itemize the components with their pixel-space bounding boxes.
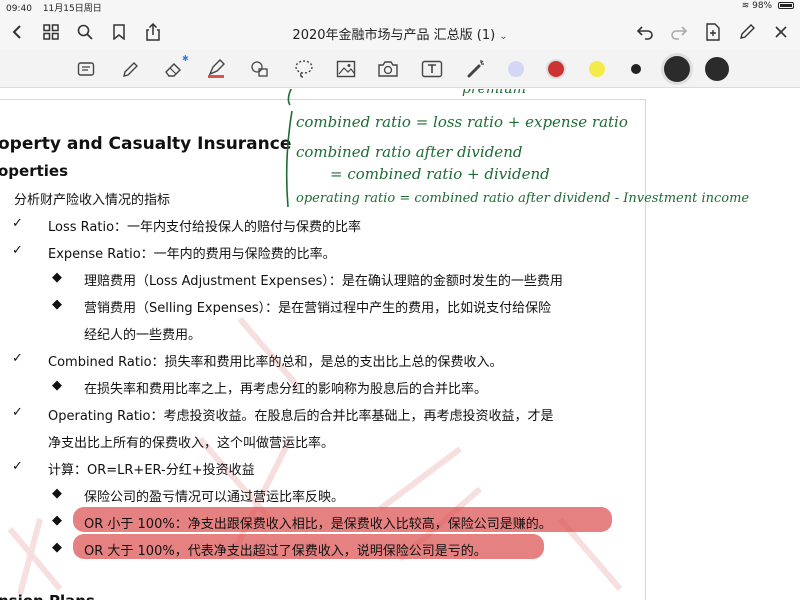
laser-pointer-icon[interactable]: [462, 56, 490, 82]
stroke-size-small[interactable]: [631, 64, 641, 74]
battery-icon: [778, 2, 794, 9]
undo-icon[interactable]: [632, 20, 658, 44]
grid-icon[interactable]: [38, 20, 64, 44]
highlighter-icon[interactable]: [202, 56, 230, 82]
annotation-combined-plus-dividend: = combined ratio + dividend: [330, 165, 550, 183]
status-bar: 09:40 11月15日周日 ≋ 98%: [0, 0, 800, 14]
text-icon[interactable]: [418, 56, 446, 82]
ink-stroke: [287, 89, 292, 106]
shapes-icon[interactable]: [246, 56, 274, 82]
annotation-operating-ratio: operating ratio = combined ratio after d…: [296, 191, 749, 206]
annotation-combined-after-dividend: combined ratio after dividend: [296, 143, 522, 161]
document-canvas[interactable]: operty and Casualty Insurance operties 分…: [0, 89, 800, 600]
stroke-size-large[interactable]: [705, 57, 729, 81]
document-icon[interactable]: [72, 56, 100, 82]
stroke-size-medium-selected[interactable]: [664, 56, 690, 82]
annotation-combined-ratio: combined ratio = loss ratio + expense ra…: [296, 113, 628, 131]
document-title[interactable]: 2020年金融市场与产品 汇总版 (1) ⌄: [250, 24, 550, 43]
bookmark-icon[interactable]: [106, 20, 132, 44]
eraser-icon[interactable]: ✱: [160, 54, 189, 82]
battery-percent: 98%: [752, 1, 773, 11]
handwritten-annotations[interactable]: premium combined ratio = loss ratio + ex…: [0, 89, 800, 600]
chevron-down-icon: ⌄: [499, 31, 508, 42]
status-time: 09:40: [6, 4, 32, 14]
bluetooth-icon: ✱: [182, 54, 189, 63]
camera-icon[interactable]: [374, 56, 402, 82]
redo-icon[interactable]: [666, 20, 692, 44]
document-title-text: 2020年金融市场与产品 汇总版 (1): [292, 28, 496, 43]
annotation-premium: premium: [462, 89, 526, 97]
wifi-icon: ≋: [741, 1, 750, 11]
color-swatch-yellow[interactable]: [589, 61, 605, 77]
color-swatch-lavender[interactable]: [508, 61, 524, 77]
search-icon[interactable]: [72, 20, 98, 44]
close-icon[interactable]: [768, 20, 794, 44]
edit-icon[interactable]: [734, 20, 760, 44]
navigation-bar: 2020年金融市场与产品 汇总版 (1) ⌄: [0, 14, 800, 50]
share-icon[interactable]: [140, 20, 166, 44]
back-icon[interactable]: [4, 20, 30, 44]
lasso-icon[interactable]: [290, 56, 318, 82]
image-icon[interactable]: [332, 56, 360, 82]
drawing-toolbar: ✱: [0, 50, 800, 88]
add-page-icon[interactable]: [700, 20, 726, 44]
bracket-stroke: [285, 110, 293, 208]
pen-icon[interactable]: [116, 56, 144, 82]
status-date: 11月15日周日: [42, 4, 102, 14]
color-swatch-red-selected[interactable]: [546, 59, 566, 79]
